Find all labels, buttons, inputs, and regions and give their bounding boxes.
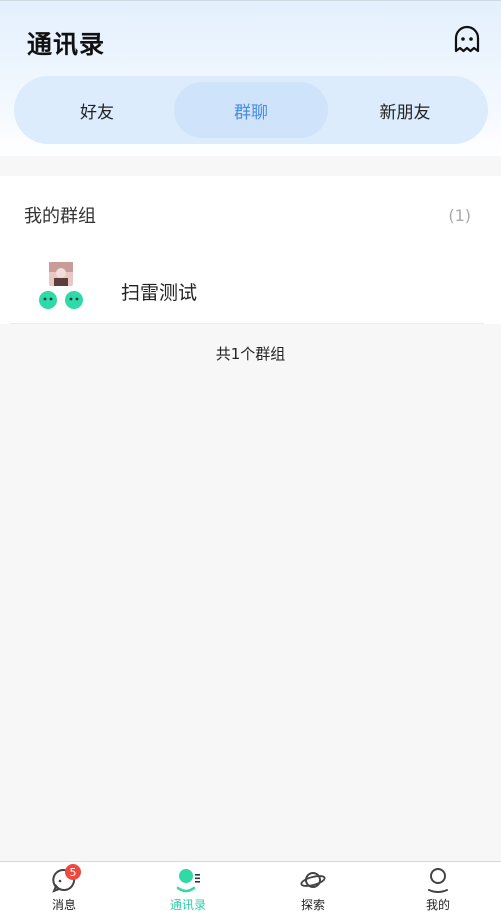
contacts-icon (174, 866, 202, 894)
tabbar-item-contacts[interactable]: 通讯录 (138, 866, 238, 912)
tabbar-label: 消息 (51, 898, 76, 912)
tab-friends[interactable]: 好友 (20, 82, 174, 138)
header: 通讯录 好友 群聊 新朋友 (0, 0, 501, 156)
group-list-item[interactable]: 扫雷测试 (10, 260, 484, 324)
tab-new-friends[interactable]: 新朋友 (328, 82, 482, 138)
tabbar-label: 我的 (425, 898, 450, 912)
page-title: 通讯录 (27, 30, 106, 59)
tab-group-chats[interactable]: 群聊 (174, 82, 328, 138)
tabbar-label: 探索 (300, 898, 325, 912)
planet-icon (299, 866, 327, 894)
group-total-text: 共1个群组 (215, 345, 286, 363)
tabbar-item-explore[interactable]: 探索 (263, 866, 363, 912)
user-icon (424, 866, 452, 894)
my-groups-heading: 我的群组 (24, 206, 96, 227)
message-bubble-icon: 5 (50, 864, 81, 894)
ghost-icon[interactable] (452, 25, 482, 55)
my-groups-count: (1) (448, 206, 471, 225)
bottom-tabbar: 5 消息 通讯录 探索 我的 (0, 861, 501, 912)
divider (0, 324, 501, 334)
my-groups-card: 我的群组 (1) 扫雷测试 (0, 176, 501, 324)
tabbar-item-me[interactable]: 我的 (388, 866, 488, 912)
tabbar-label: 通讯录 (169, 898, 206, 912)
group-name: 扫雷测试 (121, 282, 198, 304)
group-avatar (36, 262, 86, 312)
unread-badge: 5 (65, 864, 81, 880)
segment-control: 好友 群聊 新朋友 (14, 76, 488, 144)
tabbar-item-messages[interactable]: 5 消息 (14, 864, 114, 912)
